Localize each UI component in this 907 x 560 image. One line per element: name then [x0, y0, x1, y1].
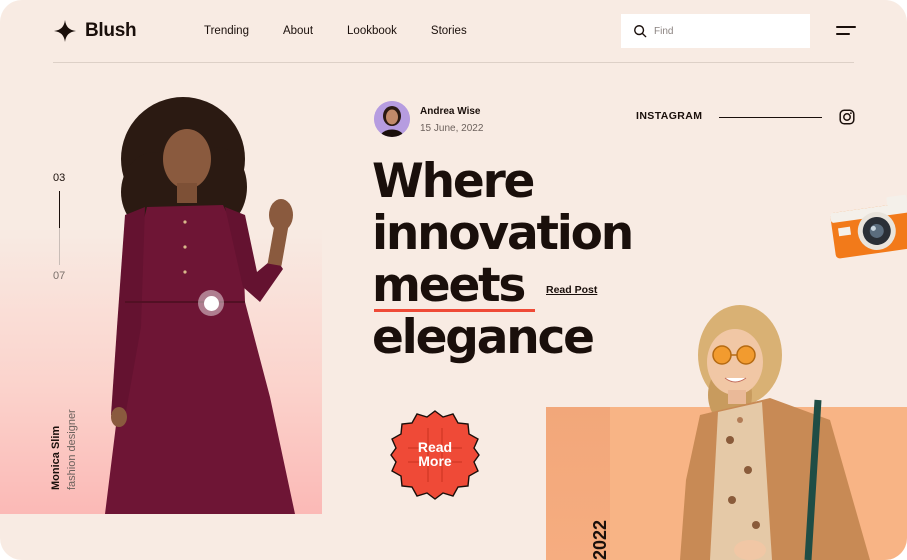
- avatar-portrait: [374, 101, 410, 137]
- hamburger-menu-icon[interactable]: [836, 24, 856, 38]
- nav-item-stories[interactable]: Stories: [431, 25, 467, 37]
- instagram-icon[interactable]: [839, 109, 855, 125]
- brand-logo[interactable]: Blush: [53, 19, 137, 43]
- nav-item-lookbook[interactable]: Lookbook: [347, 25, 397, 37]
- header-divider: [53, 62, 854, 63]
- nav-item-trending[interactable]: Trending: [204, 25, 249, 37]
- slide-progress-track: [59, 228, 60, 265]
- author-name[interactable]: Andrea Wise: [420, 106, 480, 117]
- nav-item-about[interactable]: About: [283, 25, 313, 37]
- main-nav: Trending About Lookbook Stories: [204, 25, 501, 37]
- model-photo-blazer: [680, 305, 870, 560]
- headline-line-1: Where: [372, 154, 535, 209]
- hotspot-button[interactable]: [198, 290, 224, 316]
- headline-line-4: elegance: [372, 310, 595, 365]
- instagram-label: INSTAGRAM: [636, 110, 703, 122]
- model-role: fashion designer: [66, 409, 78, 490]
- year-label: 2022: [590, 519, 610, 560]
- camera-image: [830, 194, 907, 259]
- read-more-label[interactable]: Read More: [388, 440, 482, 468]
- read-more-line-1: Read: [417, 439, 453, 455]
- headline-line-2: innovation: [372, 206, 634, 261]
- headline-underline: [374, 309, 535, 312]
- search-icon: [634, 25, 647, 38]
- instagram-line: [719, 117, 822, 118]
- post-date: 15 June, 2022: [420, 123, 484, 134]
- model-name: Monica Slim: [50, 425, 62, 490]
- hero-headline: Where innovation meets elegance: [372, 154, 634, 365]
- read-more-line-2: More: [418, 453, 452, 469]
- search-box[interactable]: [621, 14, 810, 48]
- brand-name: Blush: [85, 20, 137, 41]
- slide-current: 03: [53, 172, 66, 184]
- model-caption: Monica Slim fashion designer: [50, 409, 78, 490]
- search-input[interactable]: [654, 25, 794, 37]
- page-frame: Blush Trending About Lookbook Stories 03…: [0, 0, 907, 560]
- read-post-link[interactable]: Read Post: [546, 284, 597, 296]
- slide-total: 07: [53, 270, 66, 282]
- avatar[interactable]: [374, 101, 410, 137]
- four-point-star-icon: [54, 20, 76, 42]
